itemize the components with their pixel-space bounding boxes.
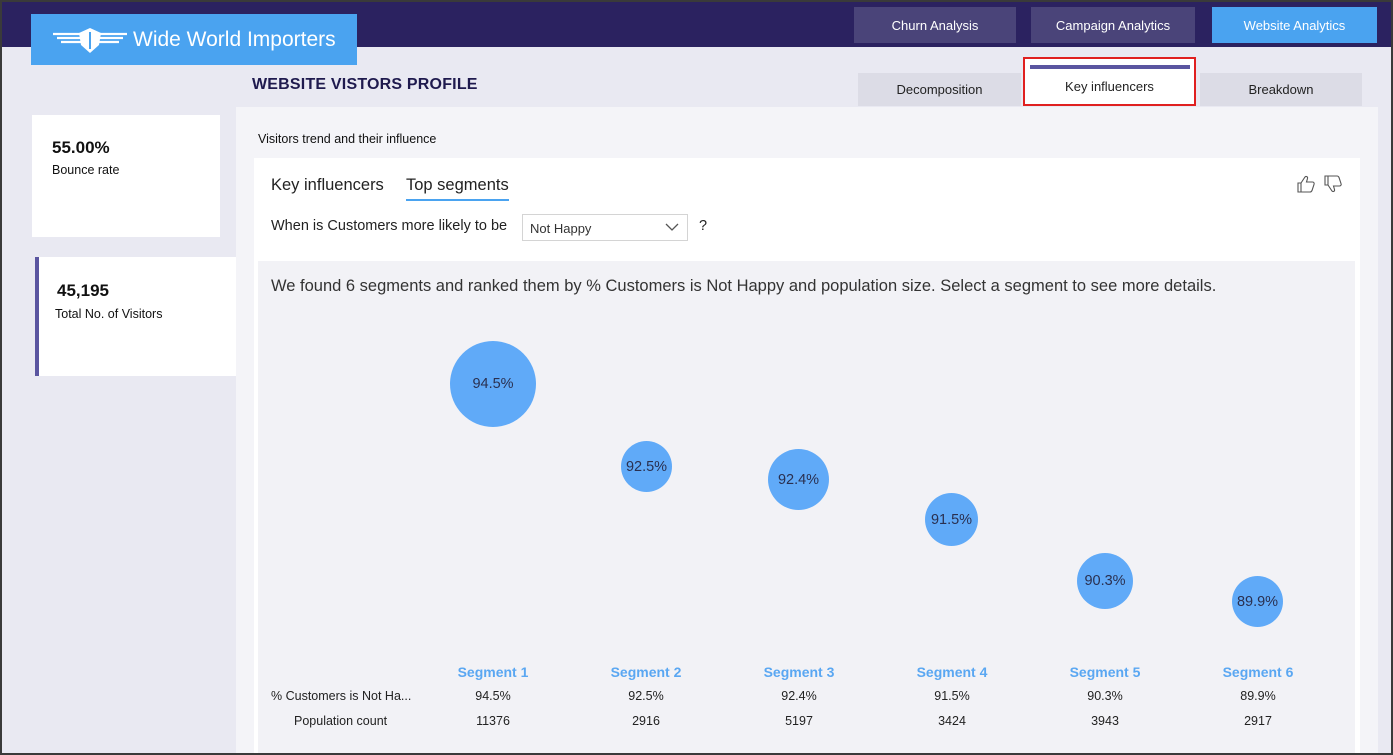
thumbs-up-icon[interactable] (1296, 174, 1316, 194)
kpi-value: 45,195 (57, 281, 109, 300)
brand-logo[interactable]: Wide World Importers (31, 14, 357, 65)
kpi-card-bounce-rate: 55.00% Bounce rate (32, 115, 220, 237)
segment-population-value: 3943 (1091, 714, 1119, 728)
app-frame: Wide World Importers Churn Analysis Camp… (0, 0, 1393, 755)
segment-label[interactable]: Segment 5 (1045, 664, 1165, 680)
segment-bubble[interactable]: 89.9% (1232, 576, 1283, 627)
wings-logo-icon (53, 27, 127, 53)
dropdown-value: Not Happy (530, 221, 592, 236)
segment-population-value: 5197 (785, 714, 813, 728)
segment-population-value: 2916 (632, 714, 660, 728)
nav-website-analytics-button[interactable]: Website Analytics (1212, 7, 1377, 43)
segment-bubble[interactable]: 91.5% (925, 493, 978, 546)
nav-campaign-analytics-button[interactable]: Campaign Analytics (1031, 7, 1195, 43)
segment-pct-value: 92.4% (781, 689, 817, 703)
segment-pct-value: 94.5% (475, 689, 511, 703)
segment-label[interactable]: Segment 2 (586, 664, 706, 680)
brand-name: Wide World Importers (133, 27, 336, 51)
question-mark: ? (699, 218, 708, 234)
segment-bubble[interactable]: 92.4% (768, 449, 829, 510)
segment-population-value: 2917 (1244, 714, 1272, 728)
segment-label[interactable]: Segment 4 (892, 664, 1012, 680)
main-panel: Visitors trend and their influence Key i… (236, 107, 1378, 753)
active-tab-indicator (1030, 65, 1190, 69)
tab-breakdown[interactable]: Breakdown (1200, 73, 1362, 106)
segment-label[interactable]: Segment 1 (433, 664, 553, 680)
tab-top-segments-view[interactable]: Top segments (406, 176, 509, 201)
kpi-label: Bounce rate (52, 163, 120, 177)
question-prefix: When is Customers more likely to be (271, 218, 508, 234)
tab-key-influencers-view[interactable]: Key influencers (271, 176, 384, 195)
top-segments-panel: We found 6 segments and ranked them by %… (258, 261, 1355, 753)
segments-summary: We found 6 segments and ranked them by %… (271, 277, 1217, 295)
segment-population-value: 11376 (476, 714, 510, 728)
segment-bubble[interactable]: 90.3% (1077, 553, 1133, 609)
row-label-population: Population count (294, 714, 388, 728)
tab-decomposition[interactable]: Decomposition (858, 73, 1021, 106)
outcome-dropdown[interactable]: Not Happy (522, 214, 688, 241)
segment-pct-value: 91.5% (934, 689, 970, 703)
segment-label[interactable]: Segment 6 (1198, 664, 1318, 680)
kpi-label: Total No. of Visitors (55, 307, 163, 321)
kpi-card-total-visitors: 45,195 Total No. of Visitors (35, 257, 247, 376)
segment-pct-value: 92.5% (628, 689, 664, 703)
kpi-value: 55.00% (52, 138, 110, 157)
segment-bubble[interactable]: 92.5% (621, 441, 672, 492)
thumbs-down-icon[interactable] (1323, 174, 1343, 194)
segment-pct-value: 89.9% (1240, 689, 1276, 703)
segment-population-value: 3424 (938, 714, 966, 728)
tab-key-influencers-label: Key influencers (1065, 79, 1154, 94)
segment-pct-value: 90.3% (1087, 689, 1123, 703)
page-title: WEBSITE VISTORS PROFILE (252, 76, 478, 93)
tab-key-influencers[interactable]: Key influencers (1023, 57, 1196, 106)
nav-churn-analysis-button[interactable]: Churn Analysis (854, 7, 1016, 43)
section-title: Visitors trend and their influence (258, 132, 437, 146)
segment-bubble[interactable]: 94.5% (450, 341, 536, 427)
segment-label[interactable]: Segment 3 (739, 664, 859, 680)
key-influencers-visual: Key influencers Top segments When is Cus… (254, 158, 1360, 753)
chevron-down-icon (665, 223, 679, 231)
row-label-pct: % Customers is Not Ha... (271, 689, 412, 703)
